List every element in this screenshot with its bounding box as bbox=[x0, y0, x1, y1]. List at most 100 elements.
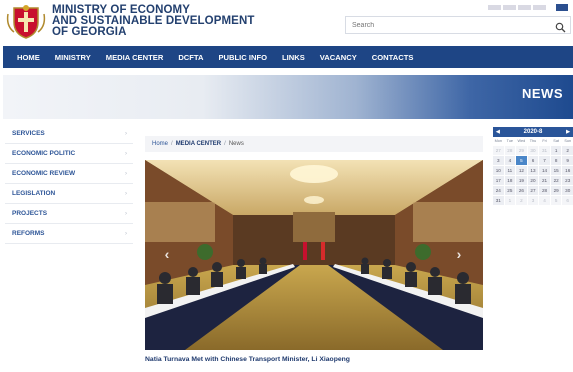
calendar-day[interactable]: 6 bbox=[562, 196, 573, 205]
calendar-day[interactable]: 15 bbox=[550, 166, 562, 175]
sidebar: SERVICES › ECONOMIC POLITIC › ECONOMIC R… bbox=[5, 124, 133, 244]
calendar-weekday: Sun bbox=[564, 139, 572, 143]
chevron-right-icon: › bbox=[125, 210, 127, 217]
chevron-right-icon: › bbox=[125, 130, 127, 137]
calendar-day[interactable]: 8 bbox=[550, 156, 562, 165]
calendar-day[interactable]: 26 bbox=[516, 186, 527, 195]
calendar-day[interactable]: 29 bbox=[550, 186, 562, 195]
chevron-right-icon: › bbox=[125, 190, 127, 197]
calendar-day[interactable]: 18 bbox=[504, 176, 516, 185]
coat-of-arms-icon[interactable] bbox=[6, 4, 46, 40]
breadcrumb-home[interactable]: Home bbox=[152, 141, 168, 147]
main-nav: HOME MINISTRY MEDIA CENTER DCFTA PUBLIC … bbox=[3, 46, 573, 68]
calendar-day[interactable]: 28 bbox=[539, 186, 550, 195]
sidebar-item-label: PROJECTS bbox=[12, 210, 48, 217]
calendar-day[interactable]: 30 bbox=[527, 146, 539, 155]
sidebar-item-reforms[interactable]: REFORMS › bbox=[5, 224, 133, 244]
calendar-day[interactable]: 3 bbox=[493, 156, 504, 165]
calendar-grid: Mon Tue Wed Thu Fri Sat Sun 27 28 29 30 31 1 2 3 4 5 6 7 8 9… bbox=[493, 138, 573, 205]
calendar-day[interactable]: 10 bbox=[493, 166, 504, 175]
breadcrumb-separator: / bbox=[171, 141, 173, 147]
calendar-day[interactable]: 21 bbox=[539, 176, 550, 185]
calendar-day[interactable]: 31 bbox=[539, 146, 550, 155]
search-icon[interactable] bbox=[555, 20, 566, 33]
calendar-day[interactable]: 17 bbox=[493, 176, 504, 185]
sidebar-item-label: LEGISLATION bbox=[12, 190, 56, 197]
sidebar-item-projects[interactable]: PROJECTS › bbox=[5, 204, 133, 224]
nav-links[interactable]: LINKS bbox=[282, 53, 305, 62]
calendar-day[interactable]: 28 bbox=[504, 146, 516, 155]
calendar-day[interactable]: 29 bbox=[516, 146, 527, 155]
calendar-day[interactable]: 13 bbox=[527, 166, 539, 175]
meeting-room-photo bbox=[145, 160, 483, 350]
calendar-weekday: Thu bbox=[529, 139, 537, 143]
calendar-day[interactable]: 14 bbox=[539, 166, 550, 175]
nav-dcfta[interactable]: DCFTA bbox=[178, 53, 203, 62]
sidebar-item-legislation[interactable]: LEGISLATION › bbox=[5, 184, 133, 204]
language-flags[interactable] bbox=[488, 5, 546, 10]
search-box bbox=[345, 16, 571, 34]
calendar-day[interactable]: 19 bbox=[516, 176, 527, 185]
calendar-day[interactable]: 4 bbox=[539, 196, 550, 205]
calendar-day[interactable]: 1 bbox=[550, 146, 562, 155]
calendar-prev-icon[interactable]: ◀ bbox=[496, 129, 500, 135]
calendar-day[interactable]: 4 bbox=[504, 156, 516, 165]
sidebar-item-label: ECONOMIC REVIEW bbox=[12, 170, 76, 177]
calendar-weekday: Wed bbox=[517, 139, 526, 143]
calendar-day[interactable]: 22 bbox=[550, 176, 562, 185]
calendar-header: ◀ 2020-8 ▶ bbox=[493, 127, 573, 137]
page-title: NEWS bbox=[522, 86, 563, 101]
arrow-left-icon[interactable]: ‹ bbox=[161, 244, 173, 264]
breadcrumb-media-center[interactable]: MEDIA CENTER bbox=[176, 141, 221, 147]
calendar-day[interactable]: 25 bbox=[504, 186, 516, 195]
nav-public-info[interactable]: PUBLIC INFO bbox=[218, 53, 267, 62]
calendar-day[interactable]: 30 bbox=[562, 186, 573, 195]
calendar-day[interactable]: 11 bbox=[504, 166, 516, 175]
calendar-weekday: Tue bbox=[506, 139, 514, 143]
language-flag-icon[interactable] bbox=[556, 4, 568, 11]
search-input[interactable] bbox=[352, 19, 542, 32]
calendar-day[interactable]: 3 bbox=[527, 196, 539, 205]
calendar-day[interactable]: 5 bbox=[516, 156, 527, 165]
site-header: MINISTRY OF ECONOMY AND SUSTAINABLE DEVE… bbox=[0, 0, 573, 44]
arrow-right-icon[interactable]: › bbox=[453, 244, 465, 264]
nav-contacts[interactable]: CONTACTS bbox=[372, 53, 414, 62]
calendar-day[interactable]: 24 bbox=[493, 186, 504, 195]
news-photo-slider[interactable]: ‹ › bbox=[145, 160, 483, 350]
calendar-next-icon[interactable]: ▶ bbox=[566, 129, 570, 135]
breadcrumb-separator: / bbox=[224, 141, 226, 147]
breadcrumb-news: News bbox=[228, 141, 244, 147]
chevron-right-icon: › bbox=[125, 230, 127, 237]
calendar-day[interactable]: 16 bbox=[562, 166, 573, 175]
nav-media-center[interactable]: MEDIA CENTER bbox=[106, 53, 164, 62]
calendar-day[interactable]: 5 bbox=[550, 196, 562, 205]
calendar-day[interactable]: 23 bbox=[562, 176, 573, 185]
calendar-day[interactable]: 9 bbox=[562, 156, 573, 165]
calendar-day[interactable]: 27 bbox=[527, 186, 539, 195]
calendar-widget: ◀ 2020-8 ▶ Mon Tue Wed Thu Fri Sat Sun 27 28 29 30… bbox=[493, 127, 573, 205]
calendar-day[interactable]: 31 bbox=[493, 196, 504, 205]
calendar-weekday: Sat bbox=[553, 139, 559, 143]
calendar-day[interactable]: 20 bbox=[527, 176, 539, 185]
sidebar-item-economic-politic[interactable]: ECONOMIC POLITIC › bbox=[5, 144, 133, 164]
ministry-title-line-3: OF GEORGIA bbox=[52, 26, 127, 38]
news-headline[interactable]: Natia Turnava Met with Chinese Transport… bbox=[145, 356, 350, 363]
calendar-day[interactable]: 12 bbox=[516, 166, 527, 175]
calendar-day[interactable]: 2 bbox=[562, 146, 573, 155]
chevron-right-icon: › bbox=[125, 150, 127, 157]
calendar-day[interactable]: 7 bbox=[539, 156, 550, 165]
nav-vacancy[interactable]: VACANCY bbox=[320, 53, 357, 62]
calendar-day[interactable]: 2 bbox=[516, 196, 527, 205]
sidebar-item-services[interactable]: SERVICES › bbox=[5, 124, 133, 144]
sidebar-item-economic-review[interactable]: ECONOMIC REVIEW › bbox=[5, 164, 133, 184]
ministry-title[interactable]: MINISTRY OF ECONOMY AND SUSTAINABLE DEVE… bbox=[52, 4, 254, 38]
calendar-day[interactable]: 27 bbox=[493, 146, 504, 155]
chevron-right-icon: › bbox=[125, 170, 127, 177]
calendar-weekday: Mon bbox=[494, 139, 502, 143]
calendar-weekday: Fri bbox=[542, 139, 547, 143]
calendar-day[interactable]: 6 bbox=[527, 156, 539, 165]
nav-ministry[interactable]: MINISTRY bbox=[55, 53, 91, 62]
calendar-day[interactable]: 1 bbox=[504, 196, 516, 205]
breadcrumb: Home / MEDIA CENTER / News bbox=[145, 136, 483, 152]
nav-home[interactable]: HOME bbox=[17, 53, 40, 62]
